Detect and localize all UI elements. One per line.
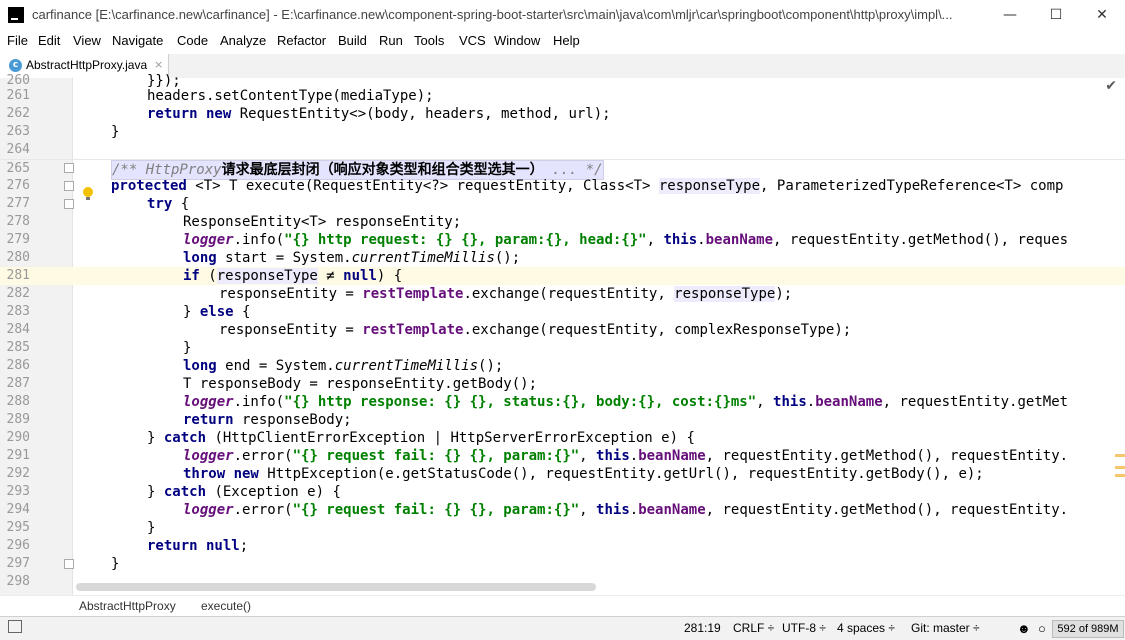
code-line: 262 return new RequestEntity<>(body, head… bbox=[6, 106, 611, 122]
close-window-button[interactable]: ✕ bbox=[1079, 0, 1125, 31]
fold-toggle-icon[interactable] bbox=[64, 181, 74, 191]
tab-label: AbstractHttpProxy.java bbox=[26, 58, 148, 72]
breadcrumb-class[interactable]: AbstractHttpProxy bbox=[79, 599, 176, 613]
breadcrumb-method[interactable]: execute() bbox=[201, 599, 251, 613]
search-icon[interactable]: ○ bbox=[1038, 621, 1046, 636]
code-line: 265/** HttpProxy请求最底层封闭（响应对象类型和组合类型选其一） … bbox=[0, 159, 1125, 180]
status-bar: 281:19 CRLF ÷ UTF-8 ÷ 4 spaces ÷ Git: ma… bbox=[0, 616, 1125, 640]
menu-refactor[interactable]: Refactor bbox=[277, 33, 326, 48]
code-line: 287 T responseBody = responseEntity.getBo… bbox=[6, 376, 538, 392]
menu-navigate[interactable]: Navigate bbox=[112, 33, 163, 48]
menu-code[interactable]: Code bbox=[177, 33, 208, 48]
code-line: 277 try { bbox=[6, 196, 190, 212]
code-line: 288 logger.info("{} http response: {} {},… bbox=[6, 394, 1069, 410]
menu-edit[interactable]: Edit bbox=[38, 33, 60, 48]
code-line: 263} bbox=[6, 124, 120, 140]
line-separator-selector[interactable]: CRLF ÷ bbox=[733, 621, 774, 635]
minimize-button[interactable]: — bbox=[987, 0, 1033, 31]
code-line: 293} catch (Exception e) { bbox=[6, 484, 341, 500]
code-line: 278 ResponseEntity<T> responseEntity; bbox=[6, 214, 462, 230]
git-branch-selector[interactable]: Git: master ÷ bbox=[911, 621, 980, 635]
menu-file[interactable]: File bbox=[7, 33, 28, 48]
code-line: 292 throw new HttpException(e.getStatusCo… bbox=[6, 466, 984, 482]
code-line: 282 responseEntity = restTemplate.exchang… bbox=[6, 286, 793, 302]
menu-tools[interactable]: Tools bbox=[414, 33, 444, 48]
fold-toggle-icon[interactable] bbox=[64, 559, 74, 569]
code-line: 297} bbox=[6, 556, 120, 572]
code-line: 285} bbox=[6, 340, 192, 356]
intellij-logo-icon bbox=[8, 7, 24, 23]
horizontal-scrollbar[interactable] bbox=[76, 583, 596, 591]
fold-toggle-icon[interactable] bbox=[64, 163, 74, 173]
caret-position[interactable]: 281:19 bbox=[684, 621, 721, 635]
menu-vcs[interactable]: VCS bbox=[459, 33, 486, 48]
code-line: 261 headers.setContentType(mediaType); bbox=[6, 88, 434, 104]
code-line: 276 protected <T> T execute(RequestEntity… bbox=[6, 178, 1064, 194]
code-line: 295} bbox=[6, 520, 156, 536]
menu-window[interactable]: Window bbox=[494, 33, 540, 48]
maximize-button[interactable]: ☐ bbox=[1033, 0, 1079, 31]
java-class-icon: c bbox=[9, 59, 22, 72]
window-title: carfinance [E:\carfinance.new\carfinance… bbox=[32, 7, 953, 22]
hector-icon[interactable]: ☻ bbox=[1017, 621, 1031, 636]
title-bar: carfinance [E:\carfinance.new\carfinance… bbox=[0, 0, 1125, 31]
code-line: 294 logger.error("{} request fail: {} {},… bbox=[6, 502, 1069, 518]
indent-selector[interactable]: 4 spaces ÷ bbox=[837, 621, 895, 635]
code-line: 291 logger.error("{} request fail: {} {},… bbox=[6, 448, 1069, 464]
menu-view[interactable]: View bbox=[73, 33, 101, 48]
code-line: 290} catch (HttpClientErrorException | H… bbox=[6, 430, 695, 446]
menu-help[interactable]: Help bbox=[553, 33, 580, 48]
memory-indicator[interactable]: 592 of 989M bbox=[1052, 620, 1124, 638]
menu-bar: File Edit View Navigate Code Analyze Ref… bbox=[0, 31, 1125, 53]
menu-run[interactable]: Run bbox=[379, 33, 403, 48]
current-code-line: 281 if (responseType ≠ null) { bbox=[0, 267, 1125, 285]
intention-lightbulb-icon[interactable] bbox=[82, 187, 94, 201]
code-line: 264 bbox=[6, 142, 30, 157]
code-line: 286 long end = System.currentTimeMillis()… bbox=[6, 358, 504, 374]
code-line: 284 responseEntity = restTemplate.exchang… bbox=[6, 322, 852, 338]
code-line: 289 return responseBody; bbox=[6, 412, 352, 428]
tool-windows-icon[interactable] bbox=[8, 620, 22, 633]
code-editor[interactable]: ✔ 260}}); 261 headers.setContentType(medi… bbox=[0, 73, 1125, 595]
fold-toggle-icon[interactable] bbox=[64, 199, 74, 209]
code-line: 279 logger.info("{} http request: {} {}, … bbox=[6, 232, 1069, 248]
menu-analyze[interactable]: Analyze bbox=[220, 33, 266, 48]
close-tab-icon[interactable]: × bbox=[154, 58, 163, 71]
code-line: 283} else { bbox=[6, 304, 251, 320]
code-line: 280 long start = System.currentTimeMillis… bbox=[6, 250, 521, 266]
menu-build[interactable]: Build bbox=[338, 33, 367, 48]
breadcrumb: AbstractHttpProxy execute() bbox=[0, 595, 1125, 617]
code-line: 296 return null; bbox=[6, 538, 249, 554]
encoding-selector[interactable]: UTF-8 ÷ bbox=[782, 621, 826, 635]
